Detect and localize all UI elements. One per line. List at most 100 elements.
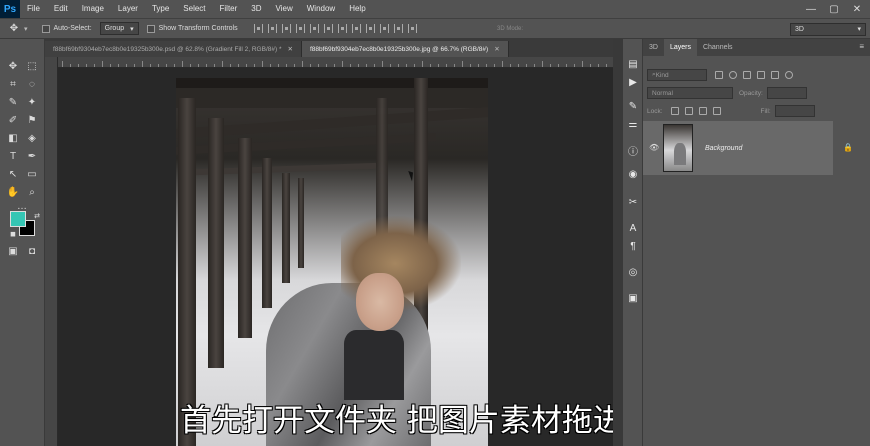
menu-3d[interactable]: 3D: [244, 0, 268, 18]
align-bottom-icon[interactable]: [281, 24, 291, 33]
menu-image[interactable]: Image: [75, 0, 111, 18]
blend-mode-select[interactable]: Normal: [647, 87, 733, 99]
menu-view[interactable]: View: [269, 0, 300, 18]
lock-position-icon[interactable]: [698, 107, 707, 115]
swap-colors-icon[interactable]: ⇄: [29, 209, 45, 223]
ruler-tick: [190, 64, 191, 67]
close-button[interactable]: ✕: [846, 0, 868, 18]
move-icon[interactable]: ✥: [5, 59, 21, 73]
screen-mode-icon[interactable]: ▣: [5, 244, 21, 258]
lasso-icon[interactable]: ◌: [24, 77, 40, 91]
auto-select-dropdown[interactable]: Group ▾: [99, 22, 139, 35]
auto-select-option[interactable]: Auto-Select:: [41, 24, 92, 33]
lock-image-icon[interactable]: [684, 107, 693, 115]
type-filter-icon[interactable]: [743, 71, 751, 79]
menu-layer[interactable]: Layer: [111, 0, 145, 18]
tab-label: f88bf69bf9304eb7ec8b0e19325b300e.psd @ 6…: [53, 45, 282, 53]
brush-settings-icon[interactable]: ✎: [626, 99, 640, 113]
lock-all-icon[interactable]: [712, 107, 721, 115]
transform-controls-checkbox[interactable]: [146, 24, 155, 33]
tool-preset-dropdown-icon[interactable]: ▾: [24, 25, 28, 33]
menu-type[interactable]: Type: [145, 0, 176, 18]
distribute-top-icon[interactable]: [337, 24, 347, 33]
transform-controls-option[interactable]: Show Transform Controls: [146, 24, 238, 33]
document-image[interactable]: [176, 78, 488, 446]
brush-icon[interactable]: ✐: [5, 113, 21, 127]
menu-help[interactable]: Help: [342, 0, 372, 18]
menu-window[interactable]: Window: [300, 0, 342, 18]
ruler-tick: [262, 61, 263, 67]
lock-transparency-icon[interactable]: [670, 107, 679, 115]
libraries-icon[interactable]: ◎: [626, 265, 640, 279]
visibility-eye-icon[interactable]: 👁: [649, 143, 659, 152]
tab-channels[interactable]: Channels: [697, 39, 739, 56]
magic-wand-icon[interactable]: ✦: [24, 95, 40, 109]
workspace-value: 3D: [795, 26, 804, 33]
auto-select-checkbox[interactable]: [41, 24, 50, 33]
align-center-icon[interactable]: [309, 24, 319, 33]
workspace-select[interactable]: 3D ▾: [790, 23, 866, 36]
type-icon[interactable]: T: [5, 149, 21, 163]
align-middle-icon[interactable]: [267, 24, 277, 33]
distribute-right-icon[interactable]: [407, 24, 417, 33]
align-left-icon[interactable]: [295, 24, 305, 33]
ruler-tick: [430, 64, 431, 67]
layer-row-background[interactable]: Background: [643, 121, 833, 175]
menu-edit[interactable]: Edit: [47, 0, 75, 18]
distribute-middle-icon[interactable]: [351, 24, 361, 33]
ruler-tick: [470, 64, 471, 67]
tools-icon[interactable]: ✂: [626, 195, 640, 209]
tab-jpg-document[interactable]: f88bf69bf9304eb7ec8b0e19325b300e.jpg @ 6…: [301, 41, 509, 57]
distribute-center-icon[interactable]: [393, 24, 403, 33]
align-right-icon[interactable]: [323, 24, 333, 33]
distribute-bottom-icon[interactable]: [365, 24, 375, 33]
menu-select[interactable]: Select: [176, 0, 212, 18]
crop-icon[interactable]: ⌗: [5, 77, 21, 91]
pixel-filter-icon[interactable]: [715, 71, 723, 79]
play-icon[interactable]: ▶: [626, 75, 640, 89]
layers-icon[interactable]: ▤: [626, 57, 640, 71]
path-select-icon[interactable]: ↖: [5, 167, 21, 181]
close-icon[interactable]: ✕: [494, 45, 499, 53]
properties-icon[interactable]: ◉: [626, 167, 640, 181]
opacity-field[interactable]: [766, 87, 807, 99]
maximize-button[interactable]: ▢: [823, 0, 845, 18]
paragraph-icon[interactable]: ¶: [626, 239, 640, 253]
adjustments-icon[interactable]: ▣: [626, 291, 640, 305]
canvas-area[interactable]: [58, 68, 613, 446]
adjust-icon[interactable]: ⚌: [626, 117, 640, 131]
eyedropper-icon[interactable]: ✎: [5, 95, 21, 109]
minimize-button[interactable]: —: [800, 0, 822, 18]
shape-filter-icon[interactable]: [757, 71, 765, 79]
filter-toggle-icon[interactable]: [785, 71, 793, 79]
close-icon[interactable]: ✕: [287, 45, 292, 53]
info-icon[interactable]: ⓘ: [626, 143, 640, 158]
move-tool-icon[interactable]: ✥: [6, 22, 22, 36]
smart-object-filter-icon[interactable]: [771, 71, 779, 79]
layer-filter-select[interactable]: ⌕ Kind: [647, 69, 707, 81]
tab-psd-document[interactable]: f88bf69bf9304eb7ec8b0e19325b300e.psd @ 6…: [45, 41, 302, 57]
zoom-icon[interactable]: ⌕: [24, 185, 40, 199]
shape-icon[interactable]: ▭: [24, 167, 40, 181]
character-icon[interactable]: A: [626, 221, 640, 235]
marquee-icon[interactable]: ⬚: [24, 59, 40, 73]
hand-icon[interactable]: ✋: [5, 185, 21, 199]
blend-row: Normal Opacity:: [647, 87, 866, 99]
menu-file[interactable]: File: [20, 0, 47, 18]
adjustment-filter-icon[interactable]: [729, 71, 737, 79]
stamp-icon[interactable]: ⚑: [24, 113, 40, 127]
pen-icon[interactable]: ✒: [24, 149, 40, 163]
panel-menu-icon[interactable]: ≡: [859, 42, 864, 51]
menu-filter[interactable]: Filter: [213, 0, 245, 18]
tab-layers[interactable]: Layers: [663, 39, 697, 56]
tab-3d[interactable]: 3D: [643, 39, 664, 56]
foreground-color-swatch[interactable]: [10, 211, 26, 227]
quick-mask-icon[interactable]: ◘: [24, 244, 40, 258]
fill-field[interactable]: [774, 105, 815, 117]
default-colors-icon[interactable]: ◼: [5, 227, 21, 241]
paint-bucket-icon[interactable]: ◈: [24, 131, 40, 145]
align-top-icon[interactable]: [253, 24, 263, 33]
eraser-icon[interactable]: ◧: [5, 131, 21, 145]
distribute-left-icon[interactable]: [379, 24, 389, 33]
chevron-down-icon: ▾: [130, 25, 134, 33]
